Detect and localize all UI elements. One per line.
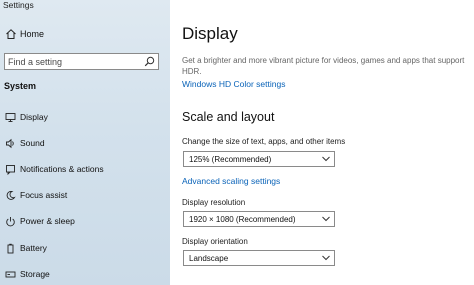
- home-nav-item[interactable]: Home: [0, 26, 170, 44]
- advanced-scaling-link[interactable]: Advanced scaling settings: [182, 176, 280, 186]
- power-icon: [6, 217, 15, 227]
- sidebar-item-sound[interactable]: Sound: [0, 134, 170, 154]
- chevron-down-icon: [322, 216, 330, 222]
- resolution-dropdown[interactable]: 1920 × 1080 (Recommended): [183, 211, 335, 227]
- sidebar-item-battery[interactable]: Battery: [0, 239, 170, 259]
- sidebar-item-notifications[interactable]: Notifications & actions: [0, 160, 170, 180]
- orientation-dropdown[interactable]: Landscape: [183, 250, 335, 266]
- monitor-icon: [5, 113, 16, 122]
- search-input[interactable]: [8, 54, 138, 69]
- home-icon: [6, 29, 16, 39]
- search-box[interactable]: [4, 53, 159, 70]
- search-icon[interactable]: [144, 56, 155, 67]
- app-title: Settings: [3, 0, 34, 10]
- scale-label: Change the size of text, apps, and other…: [182, 137, 346, 146]
- sidebar-item-label: Sound: [20, 138, 45, 148]
- sidebar-item-storage[interactable]: Storage: [0, 265, 170, 285]
- sidebar-item-focus-assist[interactable]: Focus assist: [0, 186, 170, 206]
- sidebar-item-label: Notifications & actions: [20, 164, 104, 174]
- sidebar-item-power-sleep[interactable]: Power & sleep: [0, 212, 170, 232]
- orientation-label: Display orientation: [182, 237, 248, 246]
- storage-icon: [5, 271, 16, 278]
- orientation-value: Landscape: [189, 254, 229, 263]
- speaker-icon: [6, 138, 14, 149]
- home-label: Home: [20, 29, 45, 39]
- sidebar-item-label: Power & sleep: [20, 216, 75, 226]
- page-title: Display: [182, 24, 238, 43]
- main-panel: Display Get a brighter and more vibrant …: [170, 0, 474, 285]
- sidebar: Settings Home System Display Sound: [0, 0, 170, 285]
- resolution-value: 1920 × 1080 (Recommended): [189, 215, 296, 224]
- sidebar-item-label: Storage: [20, 269, 50, 279]
- notification-icon: [6, 165, 15, 175]
- hdr-description: Get a brighter and more vibrant picture …: [182, 56, 465, 76]
- sidebar-item-label: Focus assist: [20, 190, 68, 200]
- sidebar-item-label: Display: [20, 112, 48, 122]
- scale-value: 125% (Recommended): [189, 155, 272, 164]
- moon-icon: [6, 191, 16, 200]
- chevron-down-icon: [322, 255, 330, 261]
- scale-dropdown[interactable]: 125% (Recommended): [183, 151, 335, 167]
- scale-layout-heading: Scale and layout: [182, 110, 275, 124]
- section-title-system: System: [4, 81, 37, 91]
- battery-icon: [7, 243, 14, 254]
- sidebar-item-label: Battery: [20, 243, 47, 253]
- resolution-label: Display resolution: [182, 198, 246, 207]
- hdr-color-settings-link[interactable]: Windows HD Color settings: [182, 79, 285, 89]
- chevron-down-icon: [322, 156, 330, 162]
- sidebar-item-display[interactable]: Display: [0, 108, 170, 128]
